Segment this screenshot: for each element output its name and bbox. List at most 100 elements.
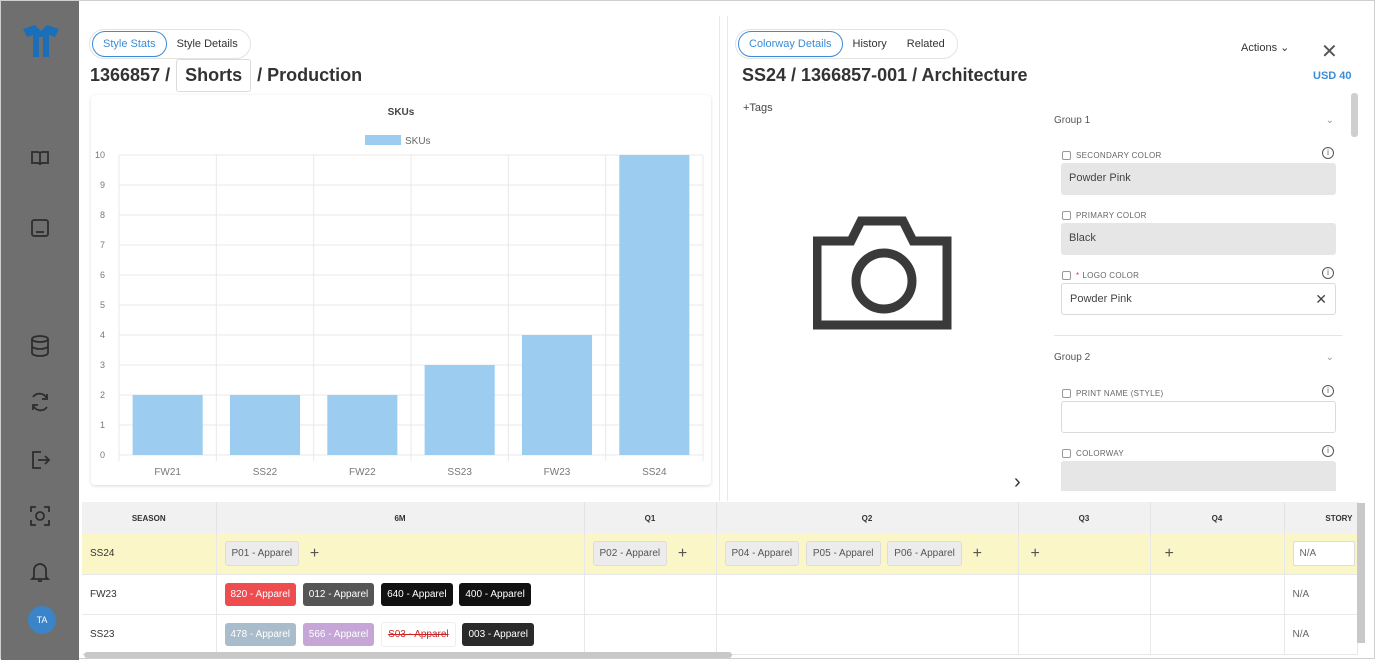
chevron-down-icon: ⌄ bbox=[1325, 352, 1334, 363]
group-1-header[interactable]: Group 1 ⌄ bbox=[1054, 115, 1338, 126]
add-tags-button[interactable]: +Tags bbox=[743, 102, 773, 114]
print-name-field[interactable] bbox=[1061, 401, 1336, 433]
price-badge: USD 40 bbox=[1313, 70, 1352, 82]
y-tick-label: 1 bbox=[100, 420, 105, 430]
chart-title: SKUs bbox=[388, 107, 415, 118]
tab-colorway-details[interactable]: Colorway Details bbox=[738, 31, 843, 57]
export-icon[interactable] bbox=[25, 445, 55, 475]
logo-color-value: Powder Pink bbox=[1070, 293, 1132, 305]
app-window: TA Style Stats Style Details 1366857 / S… bbox=[0, 0, 1375, 660]
tab-style-stats[interactable]: Style Stats bbox=[92, 31, 167, 57]
assortment-chip[interactable]: P01 - Apparel bbox=[224, 541, 300, 567]
secondary-color-label: SECONDARY COLOR bbox=[1062, 151, 1162, 160]
chevron-right-icon[interactable]: › bbox=[1014, 471, 1021, 494]
bar-ss22 bbox=[229, 395, 301, 455]
table-vertical-scrollbar[interactable] bbox=[1357, 503, 1365, 643]
cell-q1: P02 - Apparel + bbox=[584, 534, 717, 575]
add-icon[interactable]: + bbox=[1165, 545, 1174, 563]
col-header-q2[interactable]: Q2 bbox=[716, 502, 1019, 534]
assortment-chip[interactable]: 400 - Apparel bbox=[459, 582, 531, 606]
info-icon[interactable]: i bbox=[1322, 385, 1334, 397]
primary-color-field[interactable]: Black bbox=[1061, 223, 1336, 255]
group-2-header[interactable]: Group 2 ⌄ bbox=[1054, 352, 1338, 363]
y-tick-label: 9 bbox=[100, 180, 105, 190]
camera-icon[interactable] bbox=[813, 213, 955, 331]
bell-icon[interactable] bbox=[25, 557, 55, 587]
chevron-down-icon: ⌄ bbox=[1280, 42, 1290, 54]
secondary-color-field[interactable]: Powder Pink bbox=[1061, 163, 1336, 195]
info-icon[interactable]: i bbox=[1322, 147, 1334, 159]
removed-assortment-chip[interactable]: S03 - Apparel bbox=[381, 621, 456, 647]
col-header-q1[interactable]: Q1 bbox=[584, 502, 717, 534]
actions-label: Actions bbox=[1241, 42, 1278, 54]
assortment-chip[interactable]: 478 - Apparel bbox=[224, 622, 296, 646]
col-header-story[interactable]: STORY bbox=[1284, 502, 1358, 534]
assortment-chip[interactable]: P04 - Apparel bbox=[724, 541, 800, 567]
table-row[interactable]: SS24 P01 - Apparel + P02 - Apparel + P04… bbox=[82, 534, 1358, 575]
style-number: 1366857 / bbox=[90, 65, 171, 85]
cell-story: N/A bbox=[1284, 534, 1358, 575]
table-row[interactable]: FW23 820 - Apparel 012 - Apparel 640 - A… bbox=[82, 574, 1358, 615]
actions-menu[interactable]: Actions ⌄ bbox=[1241, 41, 1289, 54]
sku-chart-card: SKUs SKUs 0 1 2 3 4 5 6 7 8 9 10 FW21 SS22 FW22 SS23 FW23… bbox=[91, 95, 711, 485]
panel-divider bbox=[727, 16, 728, 501]
y-tick-label: 10 bbox=[95, 150, 105, 160]
assortment-chip[interactable]: P02 - Apparel bbox=[592, 541, 668, 567]
info-icon[interactable]: i bbox=[1322, 267, 1334, 279]
print-name-label-text: PRINT NAME (STYLE) bbox=[1076, 389, 1164, 398]
cell-story: N/A bbox=[1284, 614, 1358, 655]
assortment-chip[interactable]: 820 - Apparel bbox=[224, 582, 296, 606]
scan-icon[interactable] bbox=[25, 501, 55, 531]
sync-icon[interactable] bbox=[25, 387, 55, 417]
col-header-q3[interactable]: Q3 bbox=[1018, 502, 1151, 534]
tab-related[interactable]: Related bbox=[897, 32, 955, 56]
add-icon[interactable]: + bbox=[1031, 545, 1040, 563]
assortment-chip[interactable]: P06 - Apparel bbox=[887, 541, 962, 567]
logo-color-checkbox[interactable] bbox=[1062, 271, 1071, 280]
table-row[interactable]: SS23 478 - Apparel 566 - Apparel S03 - A… bbox=[82, 614, 1358, 655]
info-icon[interactable]: i bbox=[1322, 445, 1334, 457]
colorway-field[interactable] bbox=[1061, 461, 1336, 491]
book-icon[interactable] bbox=[25, 143, 55, 173]
assortment-chip[interactable]: P05 - Apparel bbox=[805, 541, 881, 567]
table-horizontal-scrollbar[interactable] bbox=[84, 652, 732, 658]
col-header-6m[interactable]: 6M bbox=[216, 502, 585, 534]
col-header-q4[interactable]: Q4 bbox=[1150, 502, 1285, 534]
assortment-chip[interactable]: 012 - Apparel bbox=[302, 582, 375, 606]
cell-story: N/A bbox=[1284, 574, 1358, 615]
cell-q1 bbox=[584, 574, 717, 615]
add-icon[interactable]: + bbox=[678, 545, 687, 563]
inbox-icon[interactable] bbox=[25, 213, 55, 243]
add-icon[interactable]: + bbox=[310, 545, 319, 563]
secondary-color-label-text: SECONDARY COLOR bbox=[1076, 151, 1162, 160]
colorway-checkbox[interactable] bbox=[1062, 449, 1071, 458]
story-input[interactable]: N/A bbox=[1292, 541, 1355, 567]
primary-color-checkbox[interactable] bbox=[1062, 211, 1071, 220]
style-type-selector[interactable]: Shorts bbox=[176, 59, 252, 92]
y-tick-label: 5 bbox=[100, 300, 105, 310]
avatar[interactable]: TA bbox=[28, 606, 56, 634]
cell-q3 bbox=[1018, 574, 1151, 615]
add-icon[interactable]: + bbox=[973, 545, 982, 563]
tab-history[interactable]: History bbox=[843, 32, 897, 56]
attributes-scrollbar[interactable] bbox=[1351, 93, 1358, 137]
col-header-season[interactable]: SEASON bbox=[82, 502, 217, 534]
y-tick-label: 8 bbox=[100, 210, 105, 220]
close-icon[interactable]: ✕ bbox=[1321, 39, 1338, 64]
tab-style-details[interactable]: Style Details bbox=[167, 32, 248, 56]
logo-color-label: * LOGO COLOR bbox=[1062, 271, 1139, 280]
group-2-title: Group 2 bbox=[1054, 352, 1091, 363]
clear-icon[interactable]: ✕ bbox=[1315, 291, 1327, 308]
colorway-title: SS24 / 1366857-001 / Architecture bbox=[742, 65, 1028, 85]
primary-color-label: PRIMARY COLOR bbox=[1062, 211, 1147, 220]
logo-color-field[interactable]: Powder Pink ✕ bbox=[1061, 283, 1336, 315]
logo-icon[interactable] bbox=[21, 23, 61, 59]
x-tick-label: FW23 bbox=[544, 467, 571, 478]
print-name-checkbox[interactable] bbox=[1062, 389, 1071, 398]
assortment-chip[interactable]: 640 - Apparel bbox=[381, 582, 453, 606]
secondary-color-checkbox[interactable] bbox=[1062, 151, 1071, 160]
assortment-chip[interactable]: 003 - Apparel bbox=[462, 622, 534, 646]
database-icon[interactable] bbox=[25, 331, 55, 361]
style-tabs: Style Stats Style Details bbox=[89, 29, 251, 59]
assortment-chip[interactable]: 566 - Apparel bbox=[302, 622, 375, 646]
